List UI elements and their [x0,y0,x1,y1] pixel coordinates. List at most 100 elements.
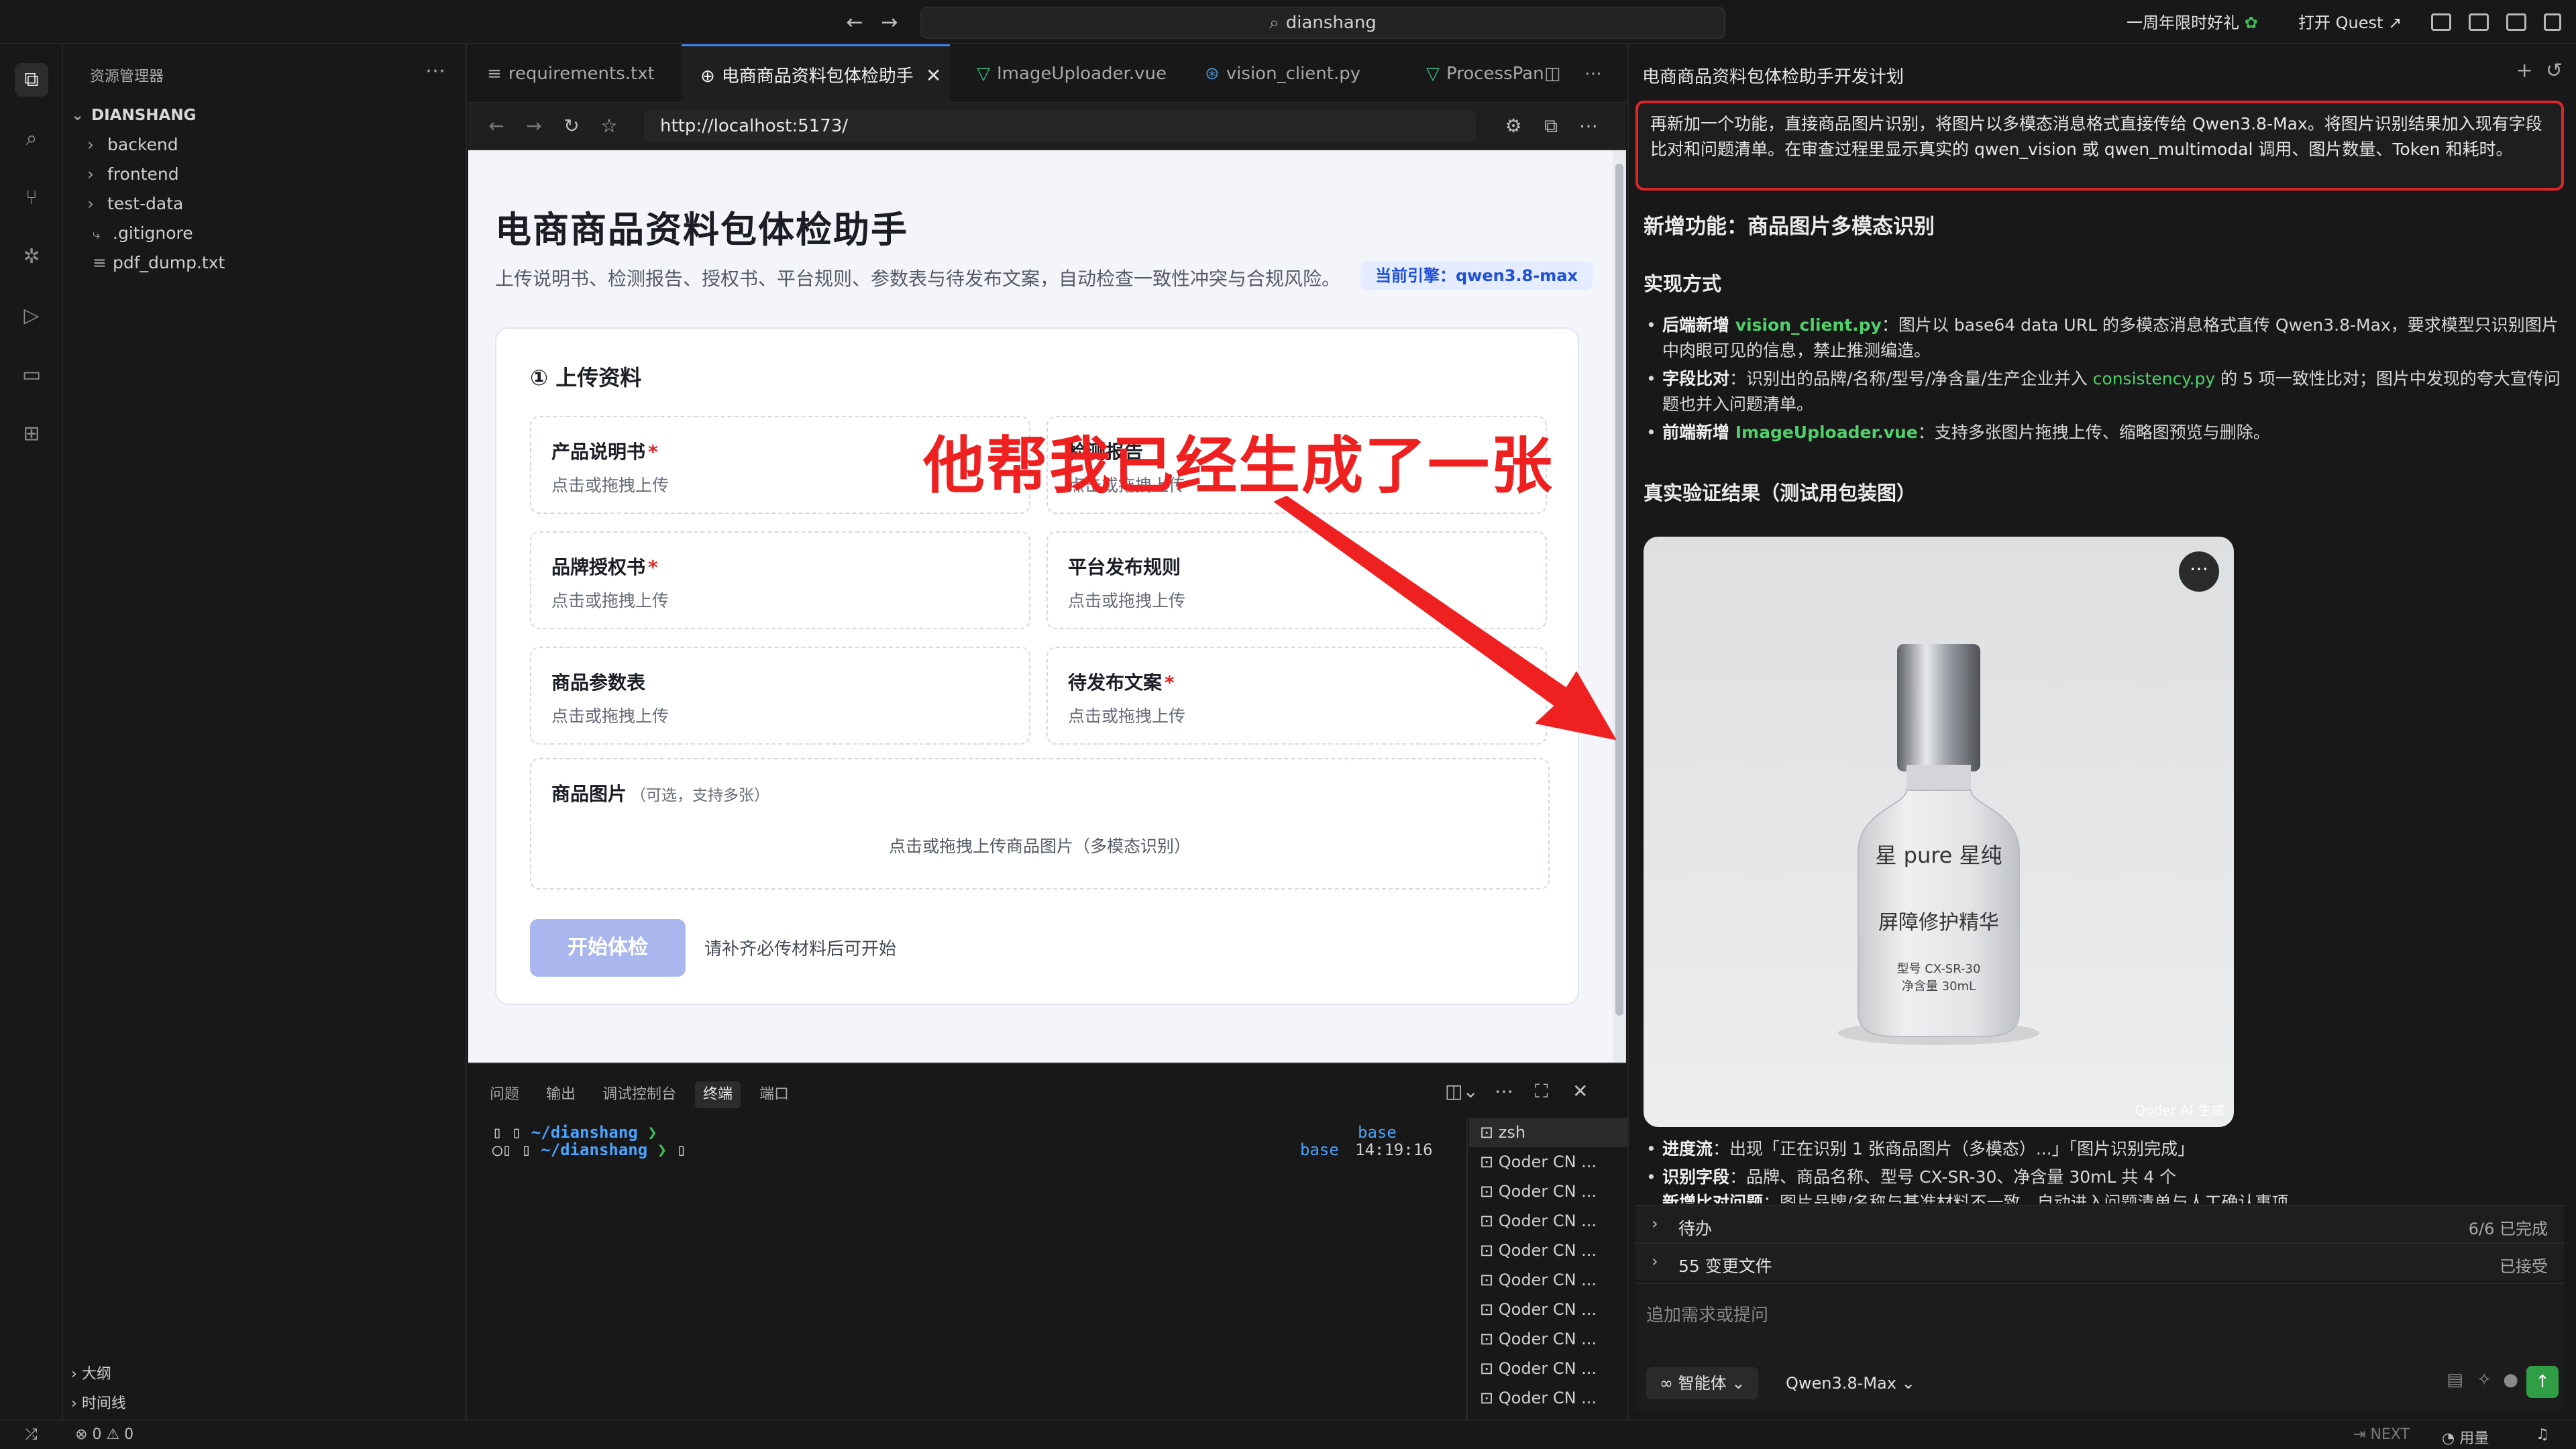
bottle-product-name: 屏障修护精华 [1878,911,1999,934]
generated-product-image[interactable]: 星 pure 星纯 屏障修护精华 型号 CX-SR-30 净含量 30mL ⋯ … [1644,537,2234,1127]
panel-tab-terminal[interactable]: 终端 [695,1081,741,1108]
promo-button[interactable]: 一周年限时好礼 ✿ [2127,9,2258,36]
terminal-list: ⊡ zsh ⊡ Qoder CN ... ⊡ Qoder CN ... ⊡ Qo… [1466,1118,1627,1421]
terminal-item[interactable]: ⊡ Qoder CN ... [1480,1206,1597,1236]
forward-arrow-icon[interactable]: → [876,9,903,36]
model-selector-dropdown[interactable]: Qwen3.8-Max ⌄ [1786,1367,1915,1399]
start-check-button[interactable]: 开始体检 [530,919,686,977]
toggle-secondary-sidebar-icon[interactable] [2506,13,2526,31]
extensions-icon[interactable]: ⊞ [15,417,48,451]
context-icon[interactable]: ▤ [2447,1370,2463,1390]
changed-files-label: 55 变更文件 [1678,1256,1772,1276]
extensions-gear-icon[interactable]: ✲ [15,240,48,274]
upload-brand-authorization[interactable]: 品牌授权书 * 点击或拖拽上传 [530,531,1030,629]
notifications-bell-icon[interactable]: ♫ [2536,1426,2549,1443]
tab-vision-client[interactable]: ⊛ vision_client.py [1186,44,1394,103]
bookmark-star-icon[interactable]: ☆ [596,113,623,140]
send-button[interactable]: ↑ [2526,1366,2559,1398]
chevron-down-icon: ⌄ [1731,1374,1746,1393]
devtools-icon[interactable]: ⚙ [1500,113,1527,140]
tree-item-test-data[interactable]: › test-data [87,191,183,217]
tree-item-backend[interactable]: › backend [87,131,178,158]
panel-more-icon[interactable]: ⋯ [1495,1080,1513,1102]
customize-layout-icon[interactable] [2544,13,2561,31]
terminal-item[interactable]: ⊡ Qoder CN ... [1480,1147,1597,1177]
upload-section-title: ① 上传资料 [530,365,642,390]
upload-hint: 点击或拖拽上传 [1068,706,1186,726]
panel-tab-problems[interactable]: 问题 [490,1081,519,1108]
next-arrow-icon: ⇥ [2353,1426,2366,1443]
more-icon[interactable]: ⋯ [425,59,445,83]
tree-item-frontend[interactable]: › frontend [87,161,179,188]
changed-files-section[interactable]: › 55 变更文件 已接受 [1635,1242,2564,1280]
back-arrow-icon[interactable]: ← [841,9,868,36]
microphone-icon[interactable]: ● [2503,1370,2518,1390]
outline-section[interactable]: › 大纲 [71,1362,111,1383]
enhance-icon[interactable]: ✧ [2477,1370,2491,1390]
user-message: 再新加一个功能，直接商品图片识别，将图片以多模态消息格式直接传给 Qwen3.8… [1635,101,2564,191]
problems-status[interactable]: ⊗ 0 ⚠ 0 [75,1426,133,1443]
next-status[interactable]: ⇥ NEXT [2353,1426,2410,1443]
usage-status[interactable]: ◔ 用量 [2442,1426,2489,1448]
more-icon[interactable]: ⋯ [1578,44,1618,103]
chevron-right-icon: › [71,1395,77,1412]
terminal-item[interactable]: ⊡ Qoder CN ... [1480,1354,1597,1383]
remote-icon[interactable]: ⤮ [25,1426,38,1443]
tab-browser-preview[interactable]: ⊕ 电商商品资料包体检助手 ✕ [682,44,950,103]
url-input[interactable]: http://localhost:5173/ [644,110,1476,142]
chat-title: 电商商品资料包体检助手开发计划 [1642,67,1904,87]
browser-more-icon[interactable]: ⋯ [1575,113,1602,140]
terminal-layout-icon[interactable]: ◫⌄ [1445,1080,1479,1102]
changed-files-status: 已接受 [2500,1257,2548,1276]
chat-input-area[interactable]: 追加需求或提问 ∞ 智能体 ⌄ Qwen3.8-Max ⌄ ▤ ✧ ● ↑ [1635,1283,2564,1410]
panel-tab-debug-console[interactable]: 调试控制台 [602,1081,676,1108]
tree-item-pdf-dump[interactable]: ≡ pdf_dump.txt [93,250,225,276]
upload-product-images[interactable]: 商品图片 （可选，支持多张） 点击或拖拽上传商品图片（多模态识别） [530,758,1550,890]
tab-requirements[interactable]: ≡ requirements.txt [468,44,669,103]
terminal-item[interactable]: ⊡ Qoder CN ... [1480,1177,1597,1206]
browser-back-icon[interactable]: ← [483,113,510,140]
panel-tab-output[interactable]: 输出 [546,1081,576,1108]
command-center-search[interactable]: ⌕ dianshang [920,7,1725,39]
browser-forward-icon[interactable]: → [521,113,547,140]
timeline-section[interactable]: › 时间线 [71,1391,126,1413]
browser-toolbar: ← → ↻ ☆ http://localhost:5173/ ⚙ ⧉ ⋯ [468,103,1626,150]
remote-explorer-icon[interactable]: ▭ [15,358,48,392]
maximize-panel-icon[interactable]: ⛶ [1535,1080,1548,1103]
todo-section[interactable]: › 待办 6/6 已完成 [1635,1205,2564,1242]
toggle-panel-icon[interactable] [2469,13,2489,31]
new-chat-plus-icon[interactable]: + [2516,59,2533,83]
terminal-item[interactable]: ⊡ Qoder CN ... [1480,1265,1597,1295]
tree-root-folder[interactable]: ⌄ DIANSHANG [71,102,196,129]
close-icon[interactable]: ✕ [926,46,941,105]
upload-param-sheet[interactable]: 商品参数表 点击或拖拽上传 [530,647,1030,745]
source-control-icon[interactable]: ⑂ [15,181,48,215]
split-editor-icon[interactable]: ◫ [1538,44,1578,103]
terminal-item-zsh[interactable]: ⊡ zsh [1469,1118,1627,1147]
open-external-icon[interactable]: ⧉ [1538,113,1564,140]
ai-chat-panel: 电商商品资料包体检助手开发计划 + ↺ 再新加一个功能，直接商品图片识别，将图片… [1627,44,2576,1419]
tab-image-uploader[interactable]: ▽ ImageUploader.vue [958,44,1173,103]
history-icon[interactable]: ↺ [2546,59,2563,83]
open-quest-button[interactable]: 打开 Quest ↗ [2298,9,2402,36]
reload-icon[interactable]: ↻ [558,113,585,140]
tree-item-gitignore[interactable]: ⤷ .gitignore [93,220,193,247]
close-panel-icon[interactable]: ✕ [1572,1080,1588,1102]
terminal-item[interactable]: ⊡ Qoder CN ... [1480,1295,1597,1324]
chat-input-placeholder[interactable]: 追加需求或提问 [1646,1301,1768,1326]
terminal-item[interactable]: ⊡ Qoder CN ... [1480,1236,1597,1265]
terminal-item[interactable]: ⊡ Qoder CN ... [1480,1324,1597,1354]
tab-label: ImageUploader.vue [997,64,1167,84]
explorer-title: 资源管理器 [90,68,164,85]
search-view-icon[interactable]: ⌕ [15,122,48,156]
upload-label: 品牌授权书 * [551,556,658,578]
panel-tab-ports[interactable]: 端口 [759,1081,789,1108]
chevron-right-icon: › [87,164,94,184]
terminal-line: ▯ ▯ ~/dianshang ❯ [492,1123,657,1142]
terminal-item[interactable]: ⊡ Qoder CN ... [1480,1383,1597,1413]
explorer-icon[interactable]: ⧉ [15,63,48,97]
agent-mode-dropdown[interactable]: ∞ 智能体 ⌄ [1646,1367,1759,1399]
run-debug-icon[interactable]: ▷ [15,299,48,333]
toggle-sidebar-icon[interactable] [2431,13,2451,31]
image-more-icon[interactable]: ⋯ [2179,551,2219,592]
